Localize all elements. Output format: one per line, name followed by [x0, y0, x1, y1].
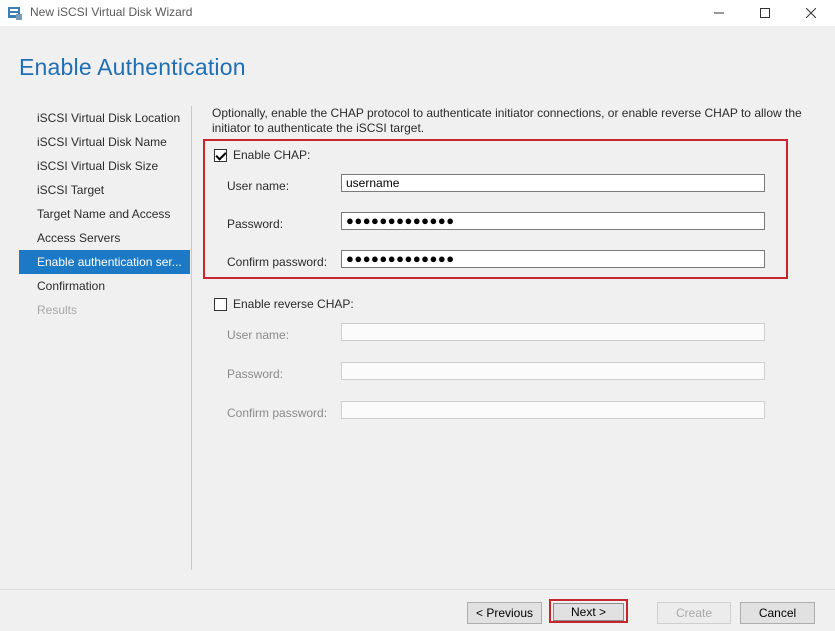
nav-item-target-name[interactable]: Target Name and Access	[19, 202, 190, 226]
minimize-button[interactable]	[696, 0, 742, 26]
chap-username-label: User name:	[227, 179, 290, 193]
nav-item-results: Results	[37, 303, 78, 317]
enable-reverse-chap-row[interactable]: Enable reverse CHAP:	[214, 297, 354, 311]
reverse-chap-username-label: User name:	[227, 328, 290, 342]
wizard-step-nav: iSCSI Virtual Disk Location iSCSI Virtua…	[19, 106, 190, 322]
enable-chap-label: Enable CHAP:	[233, 148, 311, 162]
nav-item-access-servers[interactable]: Access Servers	[19, 226, 190, 250]
maximize-button[interactable]	[742, 0, 788, 26]
nav-item-disk-name[interactable]: iSCSI Virtual Disk Name	[19, 130, 190, 154]
nav-item-iscsi-target[interactable]: iSCSI Target	[19, 178, 190, 202]
reverse-chap-username-field	[341, 323, 765, 341]
title-bar: New iSCSI Virtual Disk Wizard	[0, 0, 835, 26]
next-button[interactable]: Next >	[553, 603, 624, 621]
wizard-footer: < Previous Next > Create Cancel	[0, 589, 835, 631]
enable-chap-row[interactable]: Enable CHAP:	[214, 148, 310, 162]
reverse-chap-password-label: Password:	[227, 367, 284, 381]
nav-item-enable-authentication[interactable]: Enable authentication ser...	[19, 250, 190, 274]
enable-reverse-chap-label: Enable reverse CHAP:	[233, 297, 354, 311]
server-manager-icon	[7, 5, 23, 21]
maximize-icon	[760, 8, 770, 18]
chap-username-field[interactable]: username	[341, 174, 765, 192]
reverse-chap-confirm-password-field	[341, 401, 765, 419]
reverse-chap-confirm-password-label: Confirm password:	[227, 406, 328, 420]
chap-confirm-password-field[interactable]: ●●●●●●●●●●●●●	[341, 250, 765, 268]
nav-item-confirmation[interactable]: Confirmation	[19, 274, 190, 298]
create-button: Create	[657, 602, 731, 624]
previous-button[interactable]: < Previous	[467, 602, 542, 624]
nav-divider	[191, 106, 192, 570]
chap-password-field[interactable]: ●●●●●●●●●●●●●	[341, 212, 765, 230]
enable-reverse-chap-checkbox[interactable]	[214, 297, 227, 311]
chap-password-label: Password:	[227, 217, 284, 231]
wizard-content: Enable Authentication iSCSI Virtual Disk…	[0, 26, 835, 589]
minimize-icon	[714, 12, 724, 14]
page-title: Enable Authentication	[19, 54, 246, 80]
nav-item-disk-size[interactable]: iSCSI Virtual Disk Size	[19, 154, 190, 178]
close-button[interactable]	[788, 0, 834, 26]
description-text: Optionally, enable the CHAP protocol to …	[212, 106, 802, 135]
reverse-chap-password-field	[341, 362, 765, 380]
cancel-button[interactable]: Cancel	[740, 602, 815, 624]
window-title: New iSCSI Virtual Disk Wizard	[30, 5, 193, 19]
enable-chap-checkbox[interactable]	[214, 148, 227, 162]
nav-item-disk-location[interactable]: iSCSI Virtual Disk Location	[19, 106, 190, 130]
close-icon	[806, 8, 816, 18]
chap-confirm-password-label: Confirm password:	[227, 255, 328, 269]
